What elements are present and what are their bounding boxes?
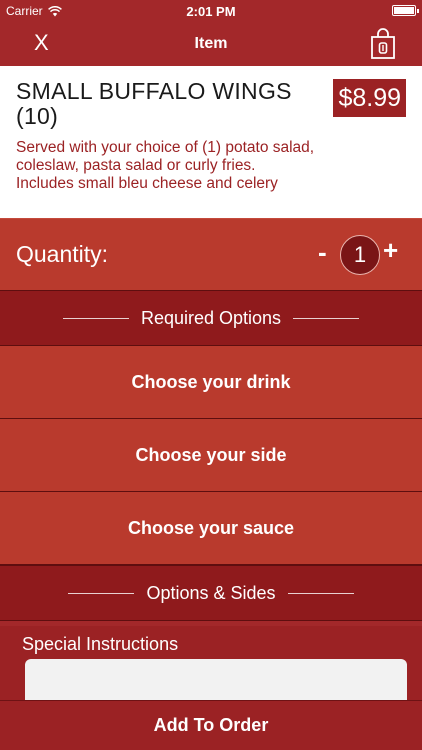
divider-line	[62, 317, 129, 319]
options-sides-header: Options & Sides	[0, 565, 422, 621]
quantity-label: Quantity:	[16, 241, 109, 267]
page-title: Item	[194, 35, 228, 52]
battery-icon	[392, 5, 419, 16]
divider-line	[287, 592, 354, 594]
nav-bar: X Item	[0, 22, 422, 66]
item-price: $8.99	[333, 79, 406, 117]
quantity-value: 1	[340, 235, 380, 275]
choose-side-button[interactable]: Choose your side	[0, 419, 422, 492]
item-description: Served with your choice of (1) potato sa…	[16, 139, 315, 192]
status-bar: Carrier 2:01 PM	[0, 0, 422, 22]
divider-line	[68, 592, 135, 594]
quantity-row: Quantity: - 1 +	[0, 218, 422, 290]
required-options-header: Required Options	[0, 290, 422, 346]
required-options-title: Required Options	[140, 307, 282, 328]
status-time: 2:01 PM	[186, 4, 236, 19]
choose-sauce-button[interactable]: Choose your sauce	[0, 492, 422, 565]
special-instructions-label: Special Instructions	[22, 634, 179, 654]
item-name: SMALL BUFFALO WINGS (10)	[16, 78, 292, 129]
add-to-order-button[interactable]: Add To Order	[0, 700, 422, 750]
shopping-bag-icon[interactable]	[368, 28, 398, 60]
quantity-decrease-button[interactable]: -	[318, 237, 327, 268]
options-sides-title: Options & Sides	[146, 582, 276, 603]
item-card: SMALL BUFFALO WINGS (10) $8.99 Served wi…	[0, 66, 422, 218]
choose-drink-button[interactable]: Choose your drink	[0, 346, 422, 419]
divider-line	[293, 317, 360, 319]
quantity-increase-button[interactable]: +	[383, 235, 398, 266]
